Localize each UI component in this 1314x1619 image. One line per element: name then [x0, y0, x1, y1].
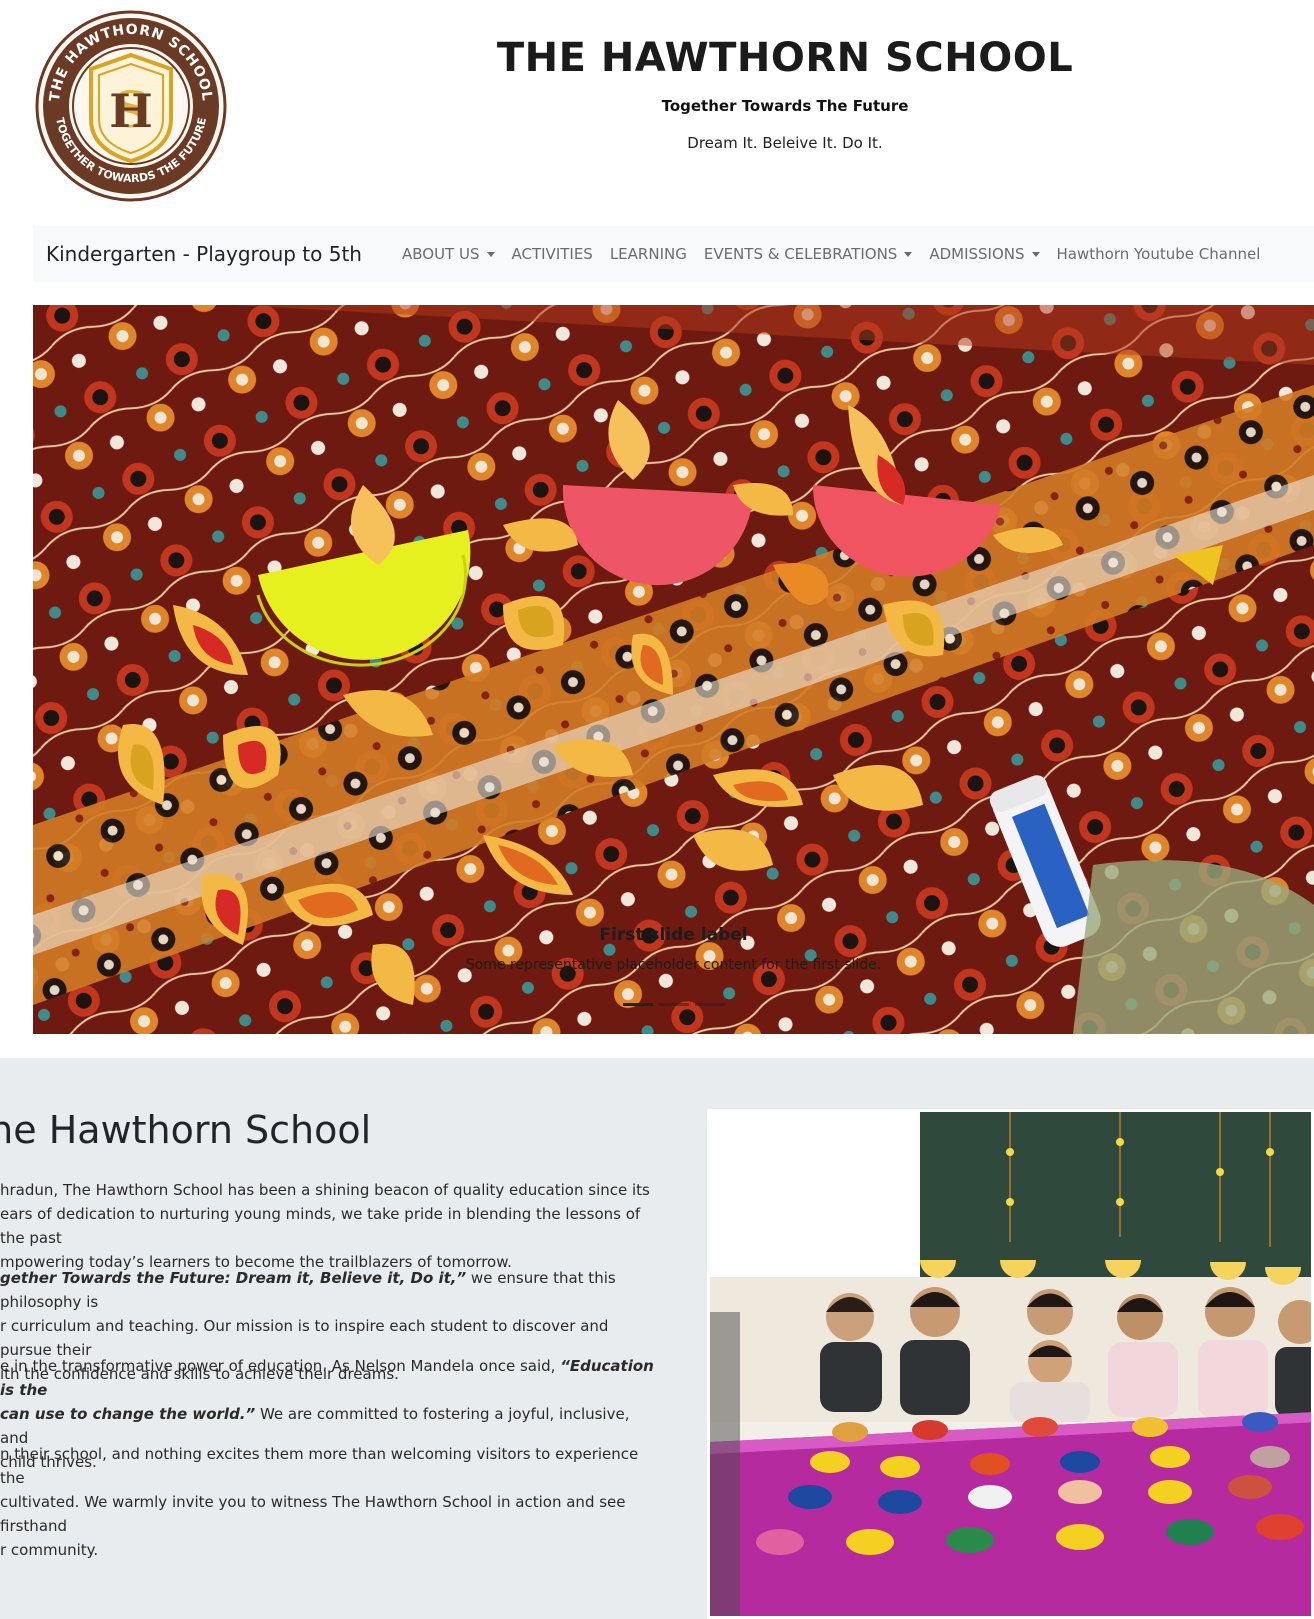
- quote-emphasis: can use to change the world.”: [0, 1405, 256, 1423]
- school-logo[interactable]: S H THE HAWTHORN SCHOOL TOGETHER TOWARDS…: [33, 9, 229, 203]
- caret-down-icon: [486, 251, 495, 257]
- nav-events-label: EVENTS & CELEBRATIONS: [703, 245, 898, 263]
- site-motto: Dream It. Beleive It. Do It.: [687, 134, 883, 152]
- welcome-section: ome to The Hawthorn School hradun, The H…: [0, 1058, 1314, 1619]
- nav-admissions-label: ADMISSIONS: [929, 245, 1025, 263]
- nav-learning[interactable]: LEARNING: [610, 245, 687, 263]
- site-tagline: Together Towards The Future: [661, 97, 909, 115]
- paragraph-line: r community.: [0, 1541, 99, 1559]
- carousel-caption-text: Some representative placeholder content …: [465, 957, 882, 973]
- nav-learning-label: LEARNING: [609, 245, 687, 263]
- classroom-photo-image: [710, 1112, 1311, 1616]
- nav-youtube-label: Hawthorn Youtube Channel: [1056, 245, 1261, 263]
- caret-down-icon: [1031, 251, 1040, 257]
- philosophy-emphasis: gether Towards the Future: Dream it, Bel…: [0, 1269, 467, 1287]
- svg-text:H: H: [109, 84, 152, 138]
- brand-block: THE HAWTHORN SCHOOL Together Towards The…: [400, 32, 1170, 152]
- caret-down-icon: [904, 251, 913, 257]
- paragraph-line: hradun, The Hawthorn School has been a s…: [0, 1181, 650, 1199]
- nav-activities[interactable]: ACTIVITIES: [512, 245, 593, 263]
- carousel-indicator-3[interactable]: [694, 1003, 725, 1006]
- nav-events-dropdown[interactable]: EVENTS & CELEBRATIONS: [703, 245, 913, 263]
- nav-youtube-channel[interactable]: Hawthorn Youtube Channel: [1057, 245, 1261, 263]
- paragraph-line: cultivated. We warmly invite you to witn…: [0, 1493, 626, 1535]
- welcome-heading: ome to The Hawthorn School: [0, 1108, 372, 1152]
- paragraph-text: e in the transformative power of educati…: [0, 1357, 561, 1375]
- nav-items: ABOUT US ACTIVITIES LEARNING EVENTS & CE…: [402, 245, 1277, 263]
- paragraph-line: ears of dedication to nurturing young mi…: [0, 1205, 641, 1247]
- paragraph-line: n their school, and nothing excites them…: [0, 1445, 639, 1487]
- carousel-indicator-1[interactable]: [622, 1003, 653, 1006]
- site-title: THE HAWTHORN SCHOOL: [496, 35, 1074, 81]
- welcome-photo: [707, 1109, 1314, 1619]
- school-logo-image: S H THE HAWTHORN SCHOOL TOGETHER TOWARDS…: [35, 10, 227, 202]
- navbar-brand[interactable]: Kindergarten - Playgroup to 5th: [46, 242, 362, 266]
- hero-carousel[interactable]: First slide label Some representative pl…: [33, 305, 1314, 1034]
- welcome-paragraph-1: hradun, The Hawthorn School has been a s…: [0, 1178, 660, 1274]
- carousel-indicator-2[interactable]: [658, 1003, 689, 1006]
- nav-admissions-dropdown[interactable]: ADMISSIONS: [929, 245, 1040, 263]
- welcome-paragraph-4: n their school, and nothing excites them…: [0, 1442, 660, 1562]
- nav-activities-label: ACTIVITIES: [511, 245, 593, 263]
- main-navbar: Kindergarten - Playgroup to 5th ABOUT US…: [33, 226, 1314, 282]
- nav-about-us-label: ABOUT US: [401, 245, 480, 263]
- nav-about-us-dropdown[interactable]: ABOUT US: [402, 245, 495, 263]
- site-header: S H THE HAWTHORN SCHOOL TOGETHER TOWARDS…: [0, 0, 1314, 225]
- carousel-caption-title: First slide label: [599, 925, 748, 945]
- carousel-indicators: [33, 1003, 1314, 1006]
